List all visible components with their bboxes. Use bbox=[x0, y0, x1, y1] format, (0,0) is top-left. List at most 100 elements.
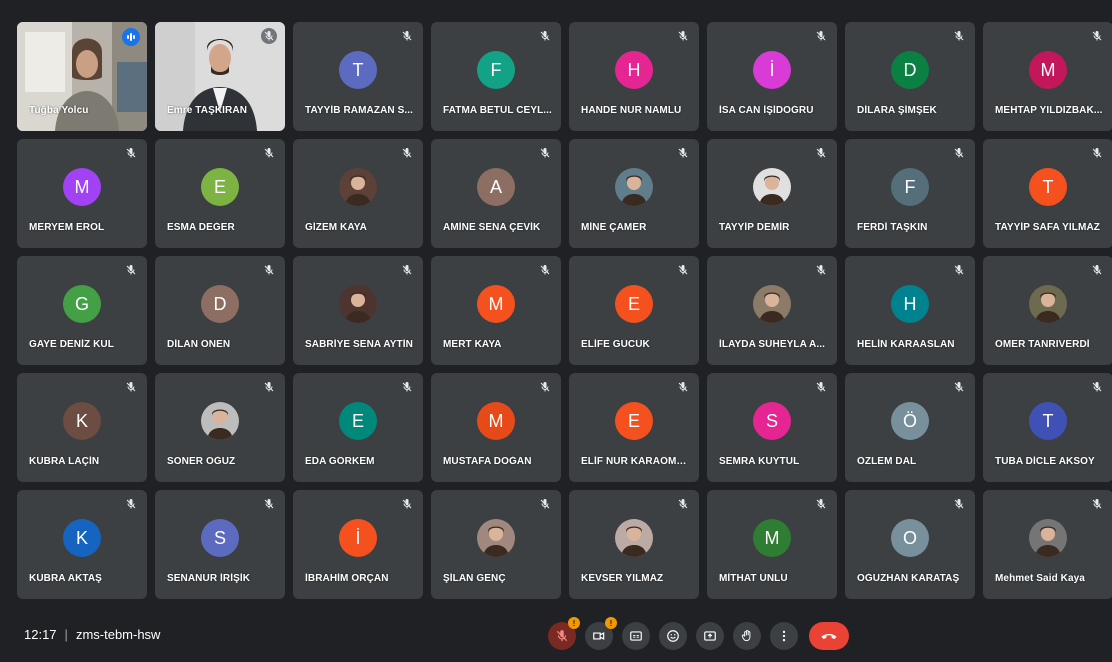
more-vert-icon bbox=[782, 630, 786, 642]
raise-hand-button[interactable] bbox=[733, 622, 761, 650]
participant-name: SEMRA KUYTUL bbox=[719, 456, 800, 467]
participant-tile[interactable]: ÖMER TANRIVERDİ bbox=[983, 256, 1112, 365]
participant-name: MİNE ÇAMER bbox=[581, 222, 647, 233]
avatar: A bbox=[477, 168, 515, 206]
participant-tile[interactable]: M MİTHAT ÜNLÜ bbox=[707, 490, 837, 599]
participant-name: KÜBRA LAÇİN bbox=[29, 456, 100, 467]
participant-tile[interactable]: Ö ÖZLEM DAL bbox=[845, 373, 975, 482]
microphone-button[interactable]: ! bbox=[548, 617, 580, 650]
participant-tile[interactable]: İ İSA CAN İŞİDOĞRU bbox=[707, 22, 837, 131]
speaking-indicator bbox=[122, 28, 140, 46]
avatar: T bbox=[339, 51, 377, 89]
participant-tile[interactable]: H HANDE NUR NAMLU bbox=[569, 22, 699, 131]
mic-off-icon bbox=[675, 145, 691, 161]
participant-tile[interactable]: Emre TAŞKIRAN bbox=[155, 22, 285, 131]
participant-name: Emre TAŞKIRAN bbox=[167, 105, 248, 116]
avatar: S bbox=[201, 519, 239, 557]
avatar-photo bbox=[1029, 285, 1067, 323]
mic-off-icon bbox=[537, 379, 553, 395]
participant-tile[interactable]: T TAYYİP SAFA YILMAZ bbox=[983, 139, 1112, 248]
meeting-info: 12:17 | zms-tebm-hsw bbox=[24, 627, 160, 642]
participant-tile[interactable]: T TUBA DİCLE AKSOY bbox=[983, 373, 1112, 482]
participant-tile[interactable]: O OĞUZHAN KARATAŞ bbox=[845, 490, 975, 599]
participant-name: FATMA BETÜL CEYL... bbox=[443, 105, 552, 116]
participant-tile[interactable]: SONER OĞUZ bbox=[155, 373, 285, 482]
mic-off-icon bbox=[399, 28, 415, 44]
participant-name: ŞİLAN GENÇ bbox=[443, 573, 506, 584]
participant-tile[interactable]: H HELİN KARAASLAN bbox=[845, 256, 975, 365]
participant-tile[interactable]: F FATMA BETÜL CEYL... bbox=[431, 22, 561, 131]
audio-wave-icon bbox=[127, 33, 135, 41]
avatar: F bbox=[891, 168, 929, 206]
avatar: K bbox=[63, 402, 101, 440]
present-button[interactable] bbox=[696, 622, 724, 650]
participant-name: MİTHAT ÜNLÜ bbox=[719, 573, 788, 584]
participant-tile[interactable]: E ELİF NUR KARAÖME... bbox=[569, 373, 699, 482]
camera-button[interactable]: ! bbox=[585, 617, 617, 650]
mic-off-icon bbox=[123, 496, 139, 512]
participant-tile[interactable]: KEVSER YILMAZ bbox=[569, 490, 699, 599]
avatar-photo bbox=[753, 285, 791, 323]
avatar: D bbox=[201, 285, 239, 323]
participant-tile[interactable]: E EDA GÖRKEM bbox=[293, 373, 423, 482]
captions-button[interactable] bbox=[622, 622, 650, 650]
avatar: T bbox=[1029, 168, 1067, 206]
participant-tile[interactable]: S SEMRA KUYTUL bbox=[707, 373, 837, 482]
participant-tile[interactable]: M MEHTAP YILDIZBAK... bbox=[983, 22, 1112, 131]
avatar: M bbox=[63, 168, 101, 206]
emoji-icon bbox=[667, 630, 679, 642]
mic-off-icon bbox=[537, 28, 553, 44]
participant-name: MERT KAYA bbox=[443, 339, 502, 350]
participant-tile[interactable]: MİNE ÇAMER bbox=[569, 139, 699, 248]
avatar: K bbox=[63, 519, 101, 557]
mic-off-icon bbox=[261, 262, 277, 278]
mic-off-icon bbox=[675, 496, 691, 512]
participant-tile[interactable]: İ İBRAHİM ORÇAN bbox=[293, 490, 423, 599]
mic-off-icon bbox=[123, 262, 139, 278]
participant-tile[interactable]: M MUSTAFA DOĞAN bbox=[431, 373, 561, 482]
participant-name: DİLARA ŞİMŞEK bbox=[857, 105, 937, 116]
hand-icon bbox=[741, 629, 751, 642]
participant-tile[interactable]: K KÜBRA LAÇİN bbox=[17, 373, 147, 482]
avatar: E bbox=[615, 402, 653, 440]
participant-tile[interactable]: D DİLAN ÖNEN bbox=[155, 256, 285, 365]
more-options-button[interactable] bbox=[770, 622, 798, 650]
participant-name: SABRİYE SENA AYTİN bbox=[305, 339, 413, 350]
mic-off-icon bbox=[399, 496, 415, 512]
participant-tile[interactable]: K KÜBRA AKTAŞ bbox=[17, 490, 147, 599]
participant-tile[interactable]: TAYYİP DEMİR bbox=[707, 139, 837, 248]
participant-tile[interactable]: A AMİNE SENA ÇEVİK bbox=[431, 139, 561, 248]
participant-name: KEVSER YILMAZ bbox=[581, 573, 664, 584]
participant-tile[interactable]: M MERT KAYA bbox=[431, 256, 561, 365]
avatar-photo bbox=[1029, 519, 1067, 557]
participant-tile[interactable]: SABRİYE SENA AYTİN bbox=[293, 256, 423, 365]
emoji-button[interactable] bbox=[659, 622, 687, 650]
mic-off-icon bbox=[123, 145, 139, 161]
participant-tile[interactable]: E ESMA DEĞER bbox=[155, 139, 285, 248]
participant-tile[interactable]: T TAYYİB RAMAZAN S... bbox=[293, 22, 423, 131]
participant-tile[interactable]: GİZEM KAYA bbox=[293, 139, 423, 248]
leave-call-button[interactable] bbox=[809, 622, 849, 650]
participant-tile[interactable]: D DİLARA ŞİMŞEK bbox=[845, 22, 975, 131]
participant-tile[interactable]: M MERYEM EROL bbox=[17, 139, 147, 248]
participant-name: TAYYİB RAMAZAN S... bbox=[305, 105, 414, 116]
participant-tile[interactable]: Tuğba Yolcu bbox=[17, 22, 147, 131]
participant-tile[interactable]: E ELİFE GÜCÜK bbox=[569, 256, 699, 365]
mic-off-icon bbox=[1089, 145, 1105, 161]
avatar-photo bbox=[339, 168, 377, 206]
participant-tile[interactable]: S SENANUR İRİŞİK bbox=[155, 490, 285, 599]
call-controls: ! ! bbox=[548, 617, 849, 650]
mic-off-icon bbox=[261, 145, 277, 161]
avatar: E bbox=[615, 285, 653, 323]
participant-tile[interactable]: Mehmet Said Kaya bbox=[983, 490, 1112, 599]
participant-name: İLAYDA SÜHEYLA A... bbox=[719, 339, 825, 350]
camera-warning-badge: ! bbox=[605, 617, 617, 629]
avatar-photo bbox=[201, 402, 239, 440]
avatar: S bbox=[753, 402, 791, 440]
participant-tile[interactable]: İLAYDA SÜHEYLA A... bbox=[707, 256, 837, 365]
participant-tile[interactable]: G GAYE DENİZ KUL bbox=[17, 256, 147, 365]
hangup-icon bbox=[821, 633, 837, 639]
participant-tile[interactable]: ŞİLAN GENÇ bbox=[431, 490, 561, 599]
participant-tile[interactable]: F FERDİ TAŞKIN bbox=[845, 139, 975, 248]
mic-off-icon bbox=[537, 145, 553, 161]
